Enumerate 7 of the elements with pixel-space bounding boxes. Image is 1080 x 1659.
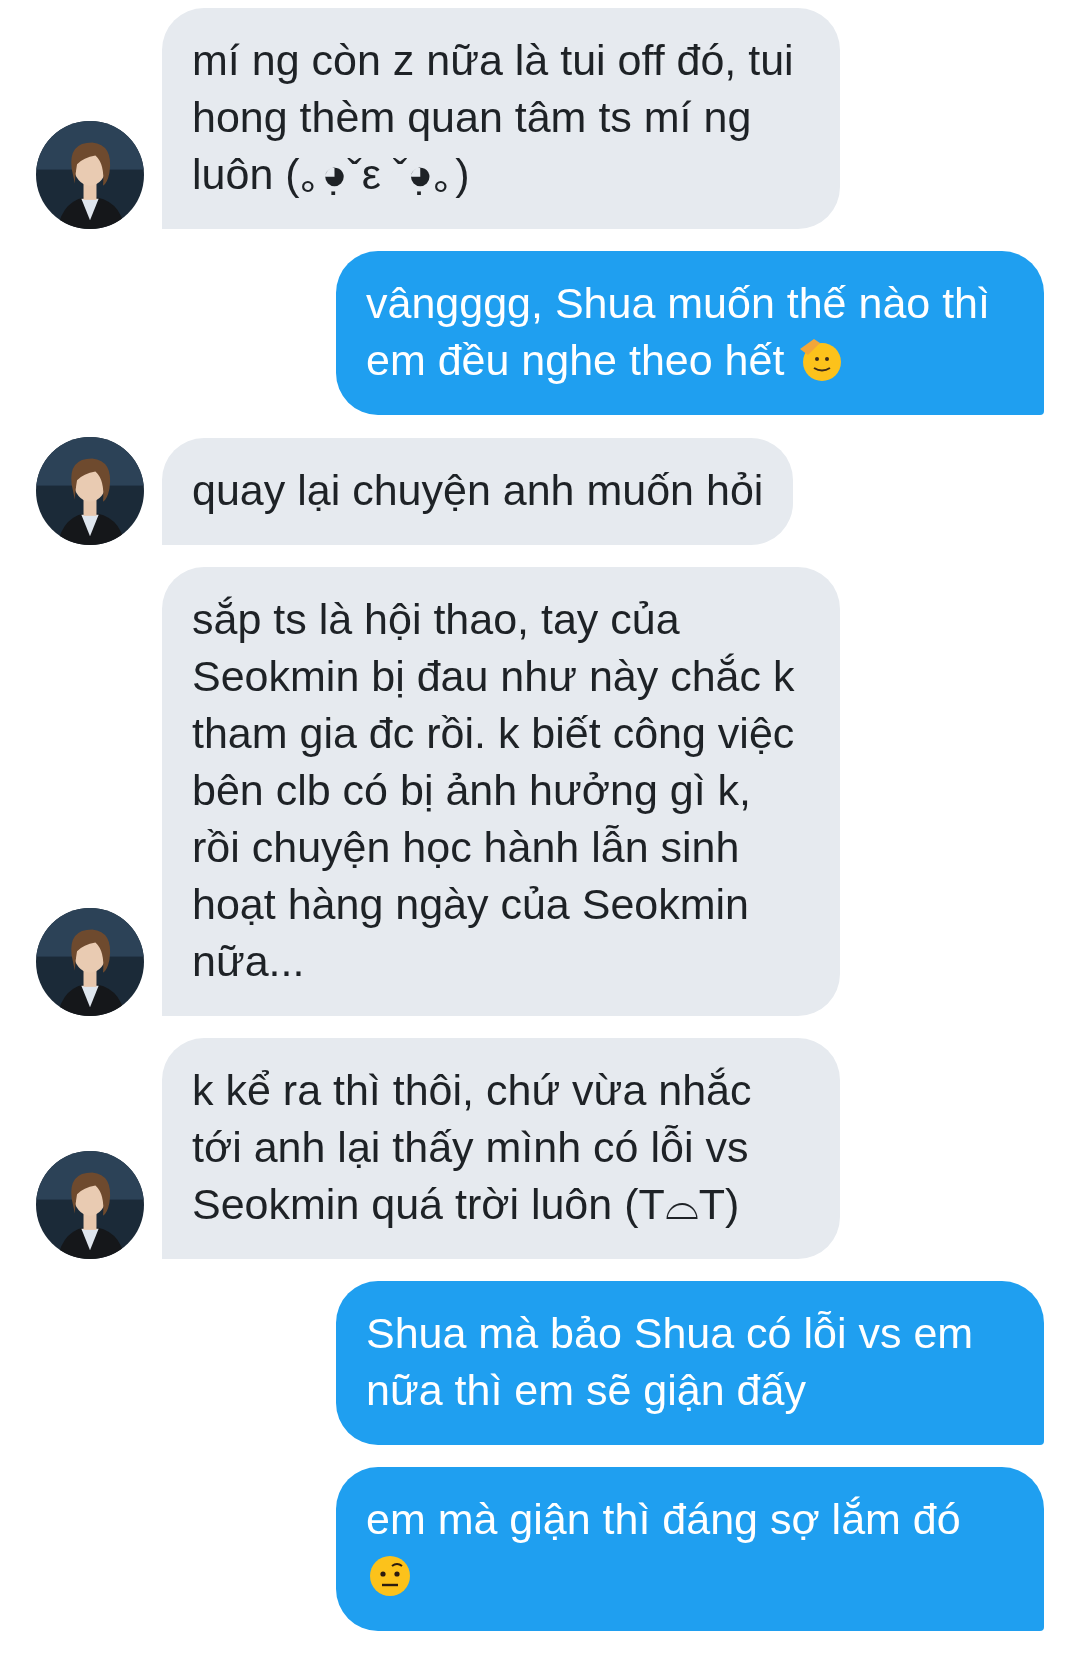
message-bubble: k kể ra thì thôi, chứ vừa nhắc tới anh lại thấy mình có lỗi vs Seokmin quá trời luôn (T⌓T)	[162, 1038, 840, 1259]
message-bubble: quay lại chuyện anh muốn hỏi	[162, 438, 794, 545]
message-bubble: Shua mà bảo Shua có lỗi vs em nữa thì em sẽ giận đấy	[336, 1281, 1044, 1445]
message-bubble: sắp ts là hội thao, tay của Seokmin bị đau như này chắc k tham gia đc rồi. k biết công việc bên clb có bị ảnh hưởng gì k, rồi chuyện học hành lẫn sinh hoạt hàng ngày của Seokmin nữa...	[162, 567, 840, 1016]
message-bubble: em mà giận thì đáng sợ lắm đó	[336, 1467, 1044, 1631]
message-bubble: vângggg, Shua muốn thế nào thì em đều nghe theo hết	[336, 251, 1044, 415]
message-bubble: mí ng còn z nữa là tui off đó, tui hong thèm quan tâm ts mí ng luôn (｡◕̣ˇε ˇ◕̣｡)	[162, 8, 840, 229]
